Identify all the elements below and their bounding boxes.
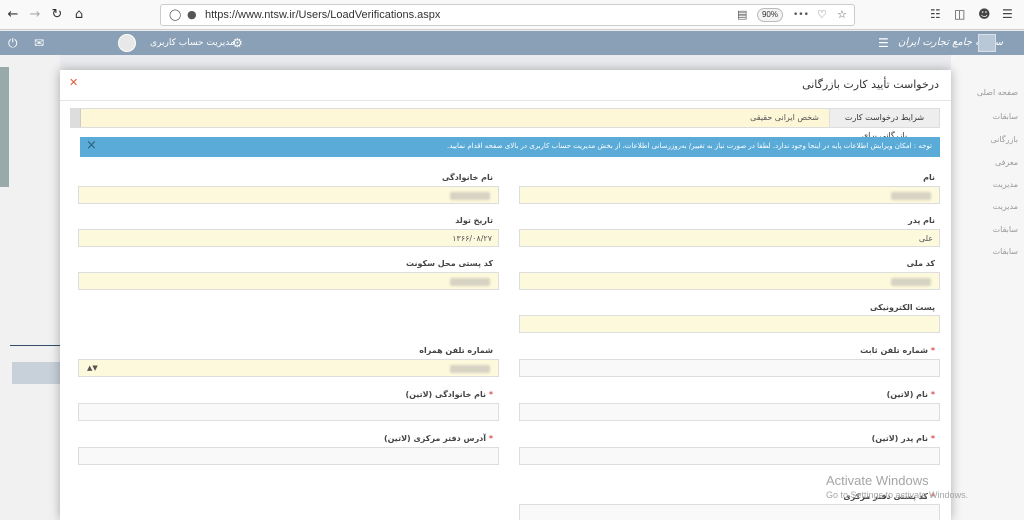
account-menu-label[interactable]: مدیریت حساب کاربری xyxy=(150,38,235,48)
power-icon[interactable]: ⏻ xyxy=(8,36,18,51)
birth-date-field[interactable]: ۱۳۶۶/۰۸/۲۷ xyxy=(78,229,499,247)
sidebar-item[interactable]: مدیریت xyxy=(993,202,1018,211)
first-name-field[interactable] xyxy=(519,186,940,204)
modal-divider xyxy=(60,100,951,101)
landline-field[interactable] xyxy=(519,359,940,377)
redacted-value xyxy=(891,192,931,200)
sidebar-toggle-icon[interactable]: ◫ xyxy=(954,7,965,21)
page-actions-icon[interactable]: ••• xyxy=(793,10,809,20)
url-bar[interactable]: ◯ ● https://www.ntsw.ir/Users/LoadVerifi… xyxy=(160,4,855,26)
last-name-latin-text: نام خانوادگی (لاتین) xyxy=(405,390,487,399)
required-mark: * xyxy=(930,434,935,443)
windows-activation-watermark: Activate Windows Go to Settings to activ… xyxy=(826,473,968,500)
notice-close-icon[interactable]: × xyxy=(86,138,97,153)
father-name-latin-field[interactable] xyxy=(519,447,940,465)
divider xyxy=(10,345,60,346)
landline-label-text: شماره تلفن ثابت xyxy=(860,346,929,355)
pocket-icon[interactable]: ♡ xyxy=(817,8,827,21)
postal-code-label: کد پستی محل سکونت xyxy=(406,259,493,268)
forward-icon[interactable]: → xyxy=(26,6,44,24)
background-left xyxy=(0,55,60,520)
required-mark: * xyxy=(488,390,493,399)
menu-toggle-icon[interactable]: ☰ xyxy=(878,36,889,50)
redacted-value xyxy=(891,278,931,286)
library-icon[interactable]: ☷ xyxy=(930,7,941,21)
required-mark: * xyxy=(930,346,935,355)
hq-address-latin-field[interactable] xyxy=(78,447,499,465)
sidebar-item[interactable]: سابقات xyxy=(993,112,1018,121)
father-name-latin-text: نام پدر (لاتین) xyxy=(871,434,929,443)
background-block xyxy=(12,362,60,384)
sidebar-item[interactable]: سابقات xyxy=(993,225,1018,234)
watermark-subtitle: Go to Settings to activate Windows. xyxy=(826,490,969,500)
sidebar-item[interactable]: صفحه اصلی xyxy=(977,88,1018,97)
required-mark: * xyxy=(488,434,493,443)
mobile-field[interactable]: ▲▼ xyxy=(78,359,499,377)
father-name-label: نام پدر xyxy=(908,216,935,225)
landline-label: * شماره تلفن ثابت xyxy=(860,346,935,355)
national-code-label: کد ملی xyxy=(906,259,935,268)
father-name-latin-label: * نام پدر (لاتین) xyxy=(872,434,935,443)
stepper-icon[interactable]: ▲▼ xyxy=(87,364,98,372)
mobile-label: شماره تلفن همراه xyxy=(419,346,493,355)
modal-title: درخواست تأیید کارت بازرگانی xyxy=(802,78,939,91)
notice-text: توجه : امکان ویرایش اطلاعات پایه در اینج… xyxy=(447,142,932,150)
conditions-value: شخص ایرانی حقیقی xyxy=(750,113,819,122)
conditions-row: شرایط درخواست کارت بازرگانی برای شخص ایر… xyxy=(70,108,940,140)
zoom-indicator[interactable]: 90% xyxy=(757,8,783,22)
hamburger-menu-icon[interactable]: ☰ xyxy=(1002,7,1013,21)
sidebar-item[interactable]: سابقات xyxy=(993,247,1018,256)
sidebar-item[interactable]: بازرگانی xyxy=(990,135,1018,144)
first-name-label: نام xyxy=(923,173,935,182)
browser-toolbar: ← → ↻ ⌂ ◯ ● https://www.ntsw.ir/Users/Lo… xyxy=(0,0,1024,30)
redacted-value xyxy=(450,278,490,286)
last-name-latin-label: * نام خانوادگی (لاتین) xyxy=(405,390,493,399)
father-name-value: علی xyxy=(918,234,933,243)
home-icon[interactable]: ⌂ xyxy=(70,6,88,24)
url-text: https://www.ntsw.ir/Users/LoadVerificati… xyxy=(205,9,441,21)
shield-icon[interactable]: ◯ xyxy=(169,8,181,21)
last-name-label: نام خانوادگی xyxy=(441,173,493,182)
close-icon[interactable]: ✕ xyxy=(69,76,78,89)
background-sidebar: صفحه اصلی سابقات بازرگانی معرفی مدیریت م… xyxy=(951,55,1024,520)
first-name-latin-field[interactable] xyxy=(519,403,940,421)
hq-postal-code-field[interactable] xyxy=(519,504,940,520)
sidebar-item[interactable]: معرفی xyxy=(995,158,1018,167)
reload-icon[interactable]: ↻ xyxy=(48,6,66,24)
email-label: پست الکترونیکی xyxy=(869,303,935,312)
avatar[interactable] xyxy=(118,34,136,52)
required-mark: * xyxy=(930,390,935,399)
reader-view-icon[interactable]: ▤ xyxy=(737,8,747,21)
postal-code-field[interactable] xyxy=(78,272,499,290)
bookmark-star-icon[interactable]: ☆ xyxy=(837,8,847,21)
back-icon[interactable]: ← xyxy=(4,6,22,24)
app-header: ⏻ ✉ مدیریت حساب کاربری ⚙ ☰ سامانه جامع ت… xyxy=(0,31,1024,55)
redacted-value xyxy=(450,365,490,373)
hq-address-latin-text: آدرس دفتر مرکزی (لاتین) xyxy=(383,434,487,443)
national-code-field[interactable] xyxy=(519,272,940,290)
mail-icon[interactable]: ✉ xyxy=(34,36,44,50)
first-name-latin-text: نام (لاتین) xyxy=(886,390,929,399)
redacted-value xyxy=(450,192,490,200)
lock-icon[interactable]: ● xyxy=(187,8,197,21)
brand-logo xyxy=(978,34,996,52)
verification-modal: درخواست تأیید کارت بازرگانی ✕ شرایط درخو… xyxy=(60,70,951,520)
hq-address-latin-label: * آدرس دفتر مرکزی (لاتین) xyxy=(384,434,493,443)
page-scrollbar[interactable] xyxy=(0,67,9,187)
watermark-title: Activate Windows xyxy=(826,473,929,488)
last-name-latin-field[interactable] xyxy=(78,403,499,421)
birth-date-label: تاریخ تولد xyxy=(455,216,493,225)
gear-icon[interactable]: ⚙ xyxy=(232,36,243,50)
sidebar-item[interactable]: مدیریت xyxy=(993,180,1018,189)
account-icon[interactable]: ☻ xyxy=(978,7,991,21)
last-name-field[interactable] xyxy=(78,186,499,204)
conditions-label: شرایط درخواست کارت بازرگانی برای xyxy=(829,109,939,140)
birth-date-value: ۱۳۶۶/۰۸/۲۷ xyxy=(452,234,492,243)
first-name-latin-label: * نام (لاتین) xyxy=(887,390,935,399)
notice-alert: توجه : امکان ویرایش اطلاعات پایه در اینج… xyxy=(80,137,940,157)
email-field[interactable] xyxy=(519,315,940,333)
conditions-toggle[interactable] xyxy=(71,109,81,127)
father-name-field[interactable]: علی xyxy=(519,229,940,247)
